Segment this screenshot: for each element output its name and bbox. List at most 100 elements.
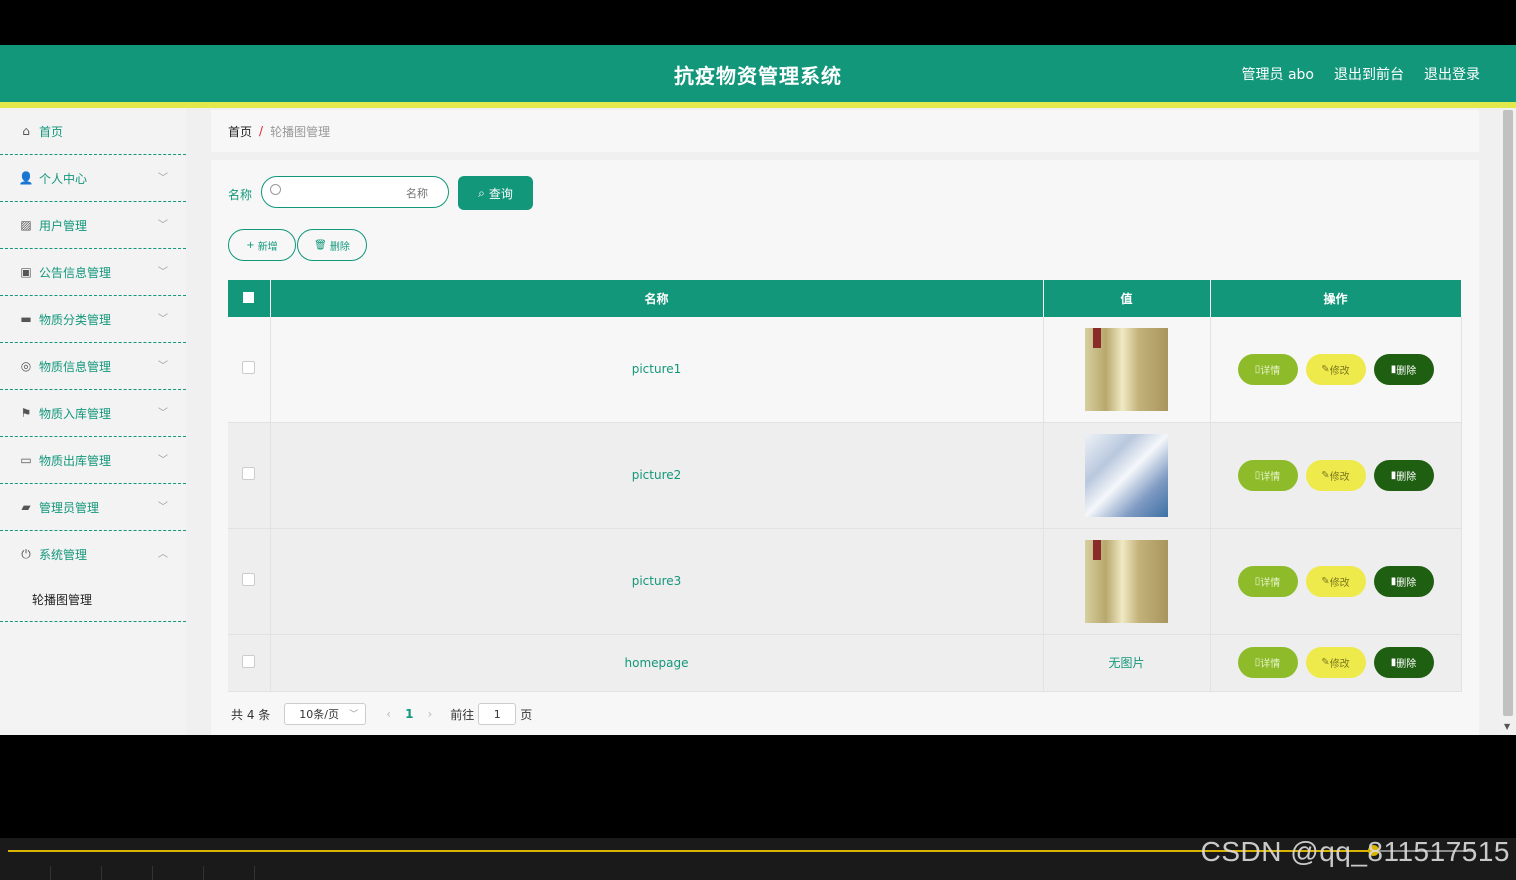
page-size-select[interactable]: 10条/页 ﹀ xyxy=(284,703,367,725)
column-header-value: 值 xyxy=(1043,280,1211,317)
scrollbar-thumb[interactable] xyxy=(1503,110,1513,716)
sidebar-item-label: 个人中心 xyxy=(39,171,88,186)
chevron-down-icon: ﹀ xyxy=(158,173,168,184)
sidebar-item-stock-out-management[interactable]: ▭ 物质出库管理 ﹀ xyxy=(0,437,186,484)
pagination: 共 4 条 10条/页 ﹀ ‹ 1 › 前往 1 页 xyxy=(231,703,532,725)
search-icon xyxy=(270,184,281,195)
add-button[interactable]: + 新增 xyxy=(228,229,296,261)
table-row: homepage 无图片 ▯ 详情 ✎ 修改 ▮ 删除 xyxy=(228,634,1462,692)
detail-button-label: 详情 xyxy=(1260,659,1281,670)
cell-value xyxy=(1043,317,1211,423)
prev-page-icon[interactable]: ‹ xyxy=(386,707,391,721)
search-input[interactable] xyxy=(286,182,430,204)
edit-button[interactable]: ✎ 修改 xyxy=(1305,353,1366,385)
pager-total: 共 4 条 xyxy=(231,707,271,722)
chevron-down-icon: ﹀ xyxy=(158,220,168,231)
table-header-row: 名称 值 操作 xyxy=(228,280,1462,317)
pencil-icon: ✎ xyxy=(1321,469,1330,481)
sidebar-item-user-management[interactable]: ▨ 用户管理 ﹀ xyxy=(0,202,186,249)
column-header-name: 名称 xyxy=(270,280,1044,317)
sidebar-item-label: 物质出库管理 xyxy=(39,453,112,468)
chevron-down-icon: ﹀ xyxy=(158,267,168,278)
sidebar-item-stock-in-management[interactable]: ⚑ 物质入库管理 ﹀ xyxy=(0,390,186,437)
row-checkbox[interactable] xyxy=(242,573,256,586)
cell-name: picture3 xyxy=(270,528,1044,635)
sidebar-item-label: 物质入库管理 xyxy=(39,406,112,421)
query-button[interactable]: ⌕ 查询 xyxy=(458,176,533,210)
goto-label: 前往 xyxy=(450,707,475,722)
wallet-icon: ▰ xyxy=(21,500,31,514)
cell-value xyxy=(1043,422,1211,529)
edit-button[interactable]: ✎ 修改 xyxy=(1305,647,1366,678)
scroll-down-arrow-icon[interactable]: ▼ xyxy=(1504,722,1510,731)
cell-name: homepage xyxy=(270,634,1044,692)
cell-actions: ▯ 详情 ✎ 修改 ▮ 删除 xyxy=(1210,317,1462,423)
sidebar-item-label: 物质信息管理 xyxy=(39,359,112,374)
carousel-image xyxy=(1085,539,1168,623)
delete-button[interactable]: ▮ 删除 xyxy=(1373,459,1434,491)
back-to-front-link[interactable]: 退出到前台 xyxy=(1334,64,1404,84)
row-checkbox[interactable] xyxy=(242,467,256,480)
edit-button-label: 修改 xyxy=(1329,659,1350,670)
top-links: 管理员 abo 退出到前台 退出登录 xyxy=(1242,64,1480,84)
sidebar-item-system-management[interactable]: ⏻ 系统管理 ︿ xyxy=(0,531,186,578)
row-checkbox[interactable] xyxy=(242,361,256,375)
chevron-up-icon: ︿ xyxy=(158,549,168,560)
delete-button-label: 删除 xyxy=(1396,659,1417,670)
sidebar-item-admin-management[interactable]: ▰ 管理员管理 ﹀ xyxy=(0,484,186,531)
edit-button[interactable]: ✎ 修改 xyxy=(1305,565,1366,597)
chevron-down-icon: ﹀ xyxy=(158,502,168,513)
column-header-actions: 操作 xyxy=(1210,280,1462,317)
cell-actions: ▯ 详情 ✎ 修改 ▮ 删除 xyxy=(1210,634,1462,692)
select-all-checkbox[interactable] xyxy=(243,291,255,303)
table-row: picture1 ▯ 详情 ✎ 修改 ▮ 删除 xyxy=(228,317,1462,423)
sidebar-item-notice-management[interactable]: ▣ 公告信息管理 ﹀ xyxy=(0,249,186,296)
plus-icon: + xyxy=(246,239,255,251)
chevron-down-icon: ﹀ xyxy=(349,710,359,720)
goto-page-input[interactable]: 1 xyxy=(478,703,517,725)
batch-delete-button[interactable]: 🗑 删除 xyxy=(297,229,367,261)
cell-name: picture1 xyxy=(270,317,1044,423)
home-icon: ⌂ xyxy=(22,124,30,138)
trash-icon: 🗑 xyxy=(314,239,327,251)
detail-button[interactable]: ▯ 详情 xyxy=(1237,353,1298,385)
delete-button-label: 删除 xyxy=(1396,471,1417,483)
admin-user-link[interactable]: 管理员 abo xyxy=(1242,64,1314,84)
row-checkbox[interactable] xyxy=(242,654,256,668)
pencil-icon: ✎ xyxy=(1321,363,1330,375)
breadcrumb-home[interactable]: 首页 xyxy=(228,123,252,140)
chevron-down-icon: ﹀ xyxy=(158,314,168,325)
clipboard-icon: ▣ xyxy=(20,265,32,279)
chevron-down-icon: ﹀ xyxy=(158,361,168,372)
sidebar-item-category-management[interactable]: ▬ 物质分类管理 ﹀ xyxy=(0,296,186,343)
detail-button[interactable]: ▯ 详情 xyxy=(1237,565,1298,597)
compass-icon: ◎ xyxy=(20,359,32,373)
delete-button[interactable]: ▮ 删除 xyxy=(1373,647,1434,678)
edit-button-label: 修改 xyxy=(1329,471,1350,483)
breadcrumb-separator: / xyxy=(259,124,264,138)
sidebar-item-label: 管理员管理 xyxy=(39,500,100,515)
video-progress-played[interactable] xyxy=(8,850,1373,852)
delete-button-label: 删除 xyxy=(1396,365,1417,377)
next-page-icon[interactable]: › xyxy=(427,707,432,721)
page-number-current[interactable]: 1 xyxy=(405,707,413,721)
user-icon: 👤 xyxy=(18,171,34,185)
pencil-icon: ✎ xyxy=(1321,657,1330,668)
delete-button[interactable]: ▮ 删除 xyxy=(1373,353,1434,385)
detail-button[interactable]: ▯ 详情 xyxy=(1237,647,1298,678)
delete-button[interactable]: ▮ 删除 xyxy=(1373,565,1434,597)
search-box[interactable] xyxy=(261,176,449,208)
cell-value xyxy=(1043,528,1211,635)
sidebar-item-material-info-management[interactable]: ◎ 物质信息管理 ﹀ xyxy=(0,343,186,390)
sidebar-item-home[interactable]: ⌂ 首页 xyxy=(0,108,186,155)
edit-button[interactable]: ✎ 修改 xyxy=(1305,459,1366,491)
carousel-image xyxy=(1085,327,1168,411)
select-all-cell[interactable] xyxy=(228,280,271,317)
logout-link[interactable]: 退出登录 xyxy=(1424,64,1480,84)
delete-button-label: 删除 xyxy=(1396,577,1417,589)
table-row: picture3 ▯ 详情 ✎ 修改 ▮ 删除 xyxy=(228,528,1462,635)
sidebar-subitem-carousel-management[interactable]: 轮播图管理 xyxy=(0,578,186,622)
detail-button[interactable]: ▯ 详情 xyxy=(1237,459,1298,491)
sidebar-item-label: 公告信息管理 xyxy=(39,265,112,280)
sidebar-item-personal-center[interactable]: 👤 个人中心 ﹀ xyxy=(0,155,186,202)
